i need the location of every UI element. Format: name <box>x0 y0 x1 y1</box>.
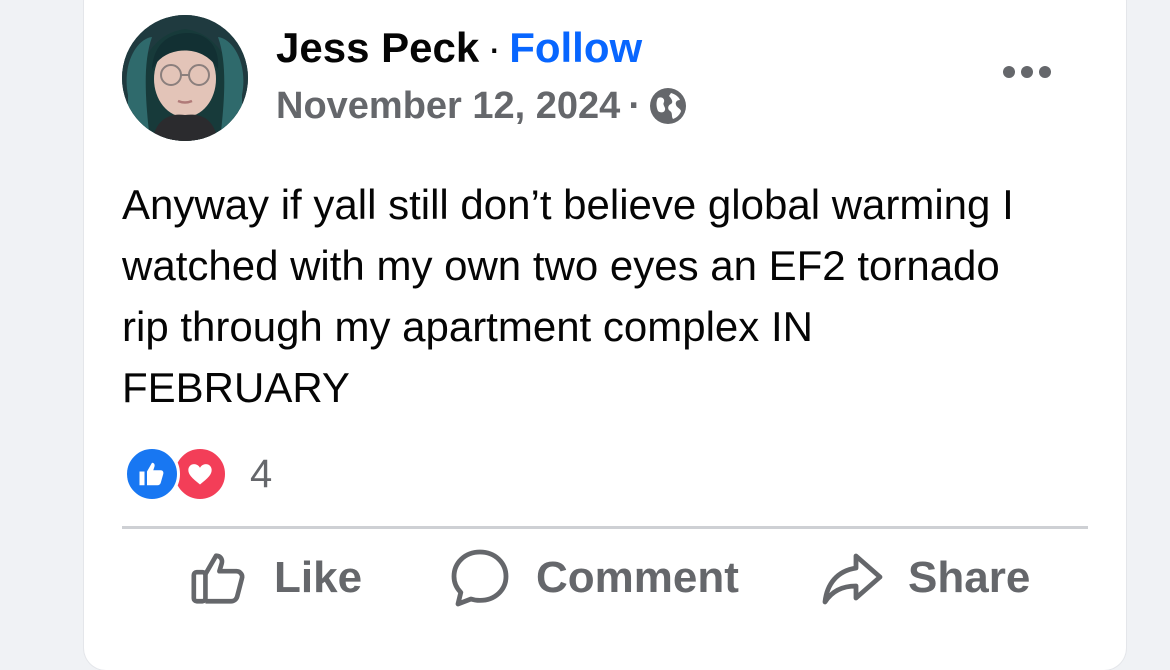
like-reaction-icon <box>124 446 180 502</box>
comment-button[interactable]: Comment <box>448 540 739 616</box>
more-dot <box>1021 66 1033 78</box>
more-dot <box>1039 66 1051 78</box>
post-text: Anyway if yall still don’t believe globa… <box>122 181 1014 411</box>
like-button[interactable]: Like <box>188 540 362 616</box>
share-label: Share <box>908 553 1031 602</box>
more-dot <box>1003 66 1015 78</box>
post-date[interactable]: November 12, 2024 <box>276 82 620 130</box>
love-reaction-icon <box>172 446 228 502</box>
share-arrow-icon <box>820 546 884 610</box>
thumbs-up-icon <box>188 547 250 609</box>
follow-button[interactable]: Follow <box>509 24 642 71</box>
comment-label: Comment <box>536 553 739 602</box>
share-button[interactable]: Share <box>820 540 1030 616</box>
author-name[interactable]: Jess Peck <box>276 24 479 71</box>
post-meta: November 12, 2024 · <box>276 82 687 130</box>
author-avatar[interactable] <box>122 15 248 141</box>
post-card: Jess Peck · Follow November 12, 2024 · Any… <box>84 0 1126 670</box>
actions-divider <box>122 526 1088 529</box>
comment-bubble-icon <box>448 546 512 610</box>
reactions-summary[interactable]: 4 <box>124 444 272 504</box>
more-options-icon[interactable] <box>992 52 1062 92</box>
reaction-count: 4 <box>250 451 273 496</box>
separator-dot: · <box>628 85 641 127</box>
globe-icon <box>649 87 687 125</box>
like-label: Like <box>274 553 363 602</box>
post-actions-bar: Like Comment Share <box>84 540 1126 616</box>
separator-dot: · <box>487 24 502 71</box>
author-header: Jess Peck · Follow <box>276 22 642 74</box>
